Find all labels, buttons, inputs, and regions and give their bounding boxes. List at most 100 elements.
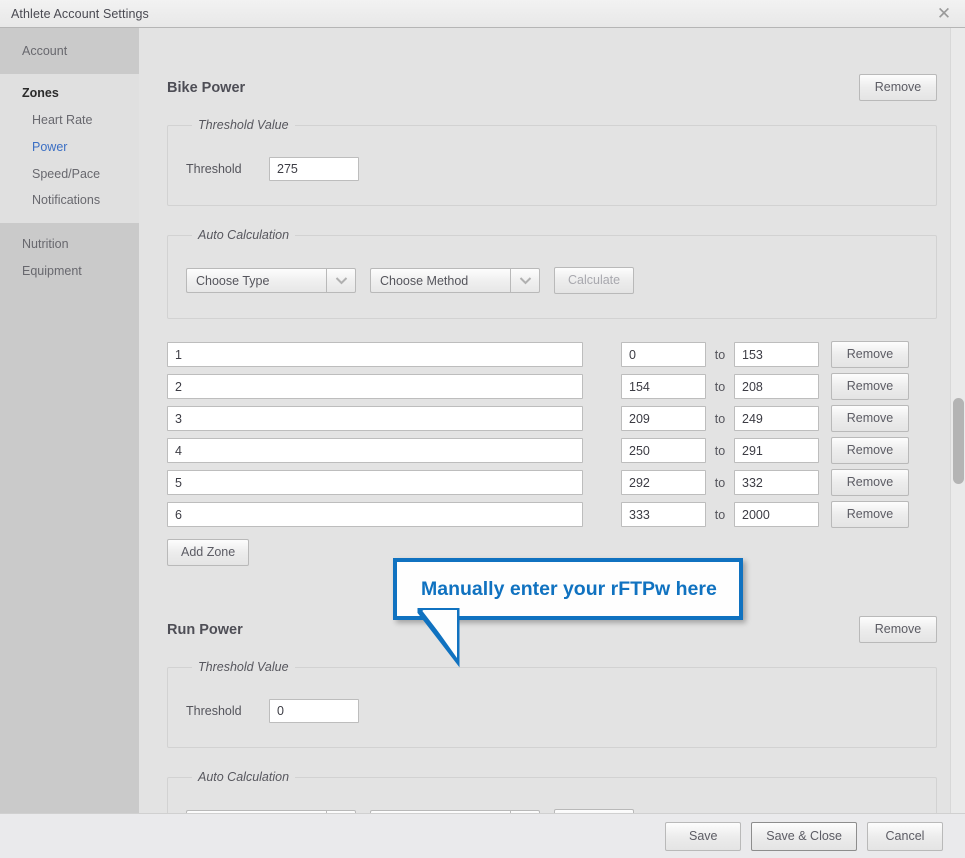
zone-low-input[interactable] xyxy=(621,502,706,527)
sidebar-item-nutrition[interactable]: Nutrition xyxy=(0,231,139,258)
threshold-input-run[interactable] xyxy=(269,699,359,723)
dialog-footer: Save Save & Close Cancel xyxy=(0,813,965,858)
page-title-run-power: Run Power xyxy=(167,621,243,638)
zone-to-label: to xyxy=(714,507,726,522)
table-row: to Remove xyxy=(167,437,937,464)
zone-name-input[interactable] xyxy=(167,406,583,431)
auto-calculation-fieldset-bike: Auto Calculation Choose Type Choose Meth… xyxy=(167,228,937,319)
remove-bike-power-button[interactable]: Remove xyxy=(859,74,937,101)
close-icon[interactable]: ✕ xyxy=(931,3,957,25)
sidebar: Account Zones Heart Rate Power Speed/Pac… xyxy=(0,28,139,813)
page-title-bike-power: Bike Power xyxy=(167,79,246,96)
zone-name-input[interactable] xyxy=(167,342,583,367)
sidebar-group-zones: Zones Heart Rate Power Speed/Pace Notifi… xyxy=(0,73,139,224)
vertical-scrollbar[interactable] xyxy=(950,28,965,813)
zone-to-label: to xyxy=(714,411,726,426)
chevron-down-icon[interactable] xyxy=(510,268,540,293)
zone-to-label: to xyxy=(714,443,726,458)
auto-calculation-fieldset-run: Auto Calculation Choose Type Choose Meth… xyxy=(167,770,937,813)
zones-list-bike: to Remove to Remove xyxy=(167,341,937,566)
sidebar-item-account[interactable]: Account xyxy=(0,38,139,65)
table-row: to Remove xyxy=(167,373,937,400)
auto-calculation-legend-bike: Auto Calculation xyxy=(198,228,290,242)
chevron-down-icon[interactable] xyxy=(326,810,356,813)
zone-low-input[interactable] xyxy=(621,438,706,463)
threshold-input-bike[interactable] xyxy=(269,157,359,181)
table-row: to Remove xyxy=(167,405,937,432)
choose-method-select-value-run[interactable]: Choose Method xyxy=(370,810,510,813)
save-button[interactable]: Save xyxy=(665,821,742,851)
remove-run-power-button[interactable]: Remove xyxy=(859,616,937,643)
auto-calculation-legend-run: Auto Calculation xyxy=(198,770,290,784)
zone-low-input[interactable] xyxy=(621,374,706,399)
zone-name-input[interactable] xyxy=(167,438,583,463)
choose-method-select-run[interactable]: Choose Method xyxy=(370,810,540,813)
zone-high-input[interactable] xyxy=(734,406,819,431)
table-row: to Remove xyxy=(167,341,937,368)
choose-type-select-bike[interactable]: Choose Type xyxy=(186,268,356,293)
choose-method-select-value-bike[interactable]: Choose Method xyxy=(370,268,510,293)
calculate-button-run[interactable]: Calculate xyxy=(554,809,635,813)
table-row: to Remove xyxy=(167,501,937,528)
zone-to-label: to xyxy=(714,379,726,394)
sidebar-item-power[interactable]: Power xyxy=(0,134,139,161)
remove-zone-button[interactable]: Remove xyxy=(831,373,909,400)
choose-type-select-run[interactable]: Choose Type xyxy=(186,810,356,813)
zone-low-input[interactable] xyxy=(621,342,706,367)
zone-name-input[interactable] xyxy=(167,374,583,399)
window-title: Athlete Account Settings xyxy=(11,6,149,21)
threshold-value-legend-bike: Threshold Value xyxy=(198,118,289,132)
zone-to-label: to xyxy=(714,475,726,490)
chevron-down-icon[interactable] xyxy=(510,810,540,813)
choose-type-select-value-bike[interactable]: Choose Type xyxy=(186,268,326,293)
table-row: to Remove xyxy=(167,469,937,496)
zone-low-input[interactable] xyxy=(621,406,706,431)
threshold-row-bike: Threshold xyxy=(186,140,918,181)
add-zone-button-bike[interactable]: Add Zone xyxy=(167,539,250,566)
section-header-run-power: Run Power Remove xyxy=(167,616,937,643)
remove-zone-button[interactable]: Remove xyxy=(831,341,909,368)
zone-high-input[interactable] xyxy=(734,470,819,495)
sidebar-item-heart-rate[interactable]: Heart Rate xyxy=(0,107,139,134)
zone-high-input[interactable] xyxy=(734,342,819,367)
title-bar: Athlete Account Settings ✕ xyxy=(0,0,965,28)
sidebar-item-speed-pace[interactable]: Speed/Pace xyxy=(0,161,139,188)
chevron-down-icon[interactable] xyxy=(326,268,356,293)
zone-high-input[interactable] xyxy=(734,502,819,527)
threshold-value-fieldset-run: Threshold Value Threshold xyxy=(167,660,937,748)
save-and-close-button[interactable]: Save & Close xyxy=(751,821,857,851)
choose-method-select-bike[interactable]: Choose Method xyxy=(370,268,540,293)
threshold-row-run: Threshold xyxy=(186,682,918,723)
settings-panel: Bike Power Remove Threshold Value Thresh… xyxy=(139,28,965,813)
zone-high-input[interactable] xyxy=(734,374,819,399)
zone-name-input[interactable] xyxy=(167,502,583,527)
zone-high-input[interactable] xyxy=(734,438,819,463)
remove-zone-button[interactable]: Remove xyxy=(831,405,909,432)
calculate-button-bike[interactable]: Calculate xyxy=(554,267,635,294)
threshold-value-fieldset-bike: Threshold Value Threshold xyxy=(167,118,937,206)
sidebar-item-equipment[interactable]: Equipment xyxy=(0,258,139,285)
zone-low-input[interactable] xyxy=(621,470,706,495)
sidebar-group-account: Account xyxy=(0,28,139,74)
remove-zone-button[interactable]: Remove xyxy=(831,469,909,496)
auto-calculation-row-run: Choose Type Choose Method Calculate xyxy=(186,792,918,813)
scrollbar-thumb[interactable] xyxy=(953,398,964,484)
auto-calculation-row-bike: Choose Type Choose Method Calculate xyxy=(186,250,918,294)
threshold-label-bike: Threshold xyxy=(186,162,242,176)
sidebar-group-other: Nutrition Equipment xyxy=(0,223,139,813)
athlete-account-settings-window: Athlete Account Settings ✕ Account Zones… xyxy=(0,0,965,858)
threshold-value-legend-run: Threshold Value xyxy=(198,660,289,674)
remove-zone-button[interactable]: Remove xyxy=(831,437,909,464)
window-body: Account Zones Heart Rate Power Speed/Pac… xyxy=(0,28,965,813)
choose-type-select-value-run[interactable]: Choose Type xyxy=(186,810,326,813)
section-header-bike-power: Bike Power Remove xyxy=(167,74,937,101)
main-content: Bike Power Remove Threshold Value Thresh… xyxy=(139,28,965,813)
zone-to-label: to xyxy=(714,347,726,362)
sidebar-item-notifications[interactable]: Notifications xyxy=(0,187,139,214)
zone-name-input[interactable] xyxy=(167,470,583,495)
remove-zone-button[interactable]: Remove xyxy=(831,501,909,528)
threshold-label-run: Threshold xyxy=(186,704,242,718)
sidebar-item-zones[interactable]: Zones xyxy=(0,80,139,107)
cancel-button[interactable]: Cancel xyxy=(867,821,943,851)
